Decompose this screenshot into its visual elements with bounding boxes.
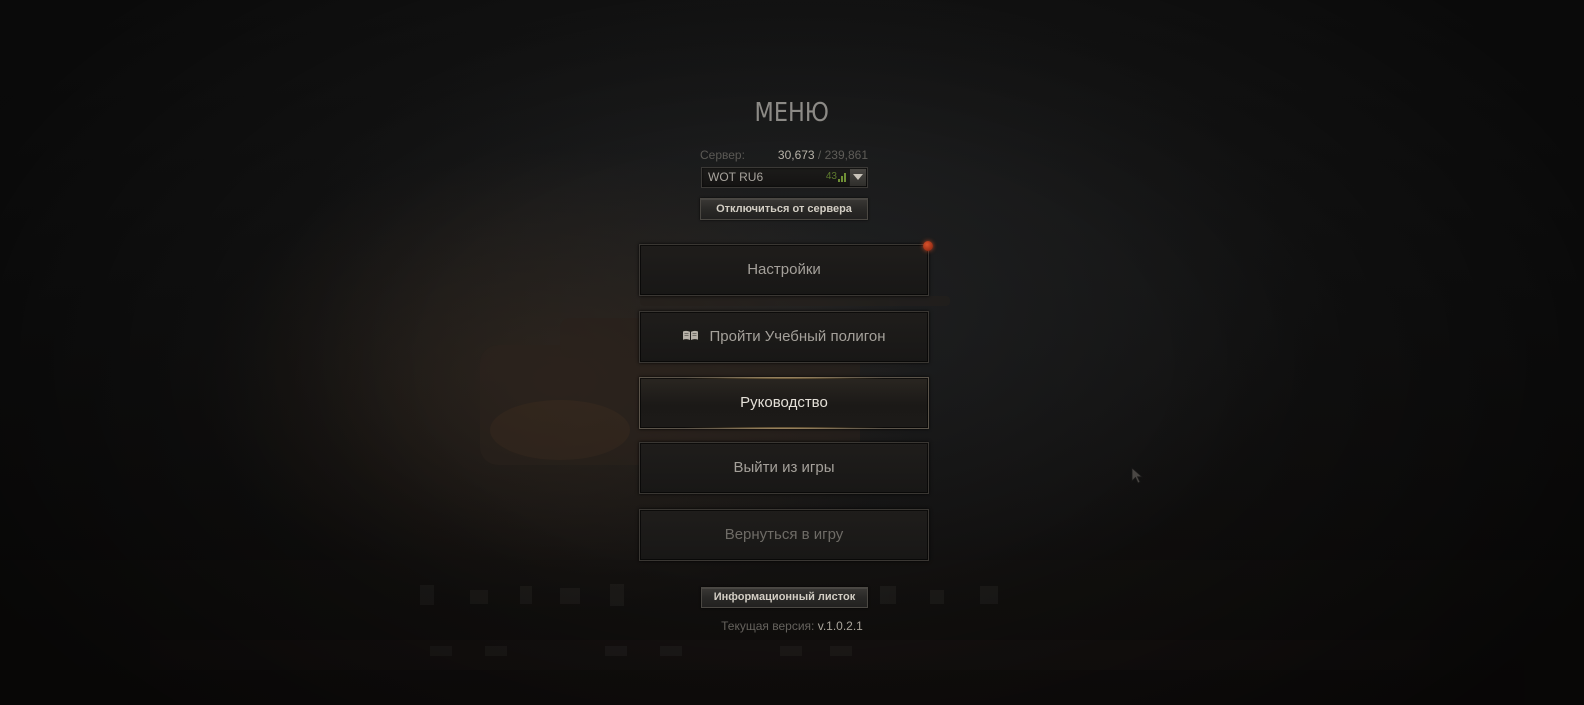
training-ground-button[interactable]: Пройти Учебный полигон [639, 311, 929, 363]
server-dropdown[interactable]: WOT RU6 43 [701, 167, 868, 188]
chevron-down-icon[interactable] [849, 169, 866, 186]
hover-glow-bottom [680, 427, 888, 429]
server-ping-value: 43 [825, 171, 837, 182]
mouse-cursor-icon [1131, 467, 1144, 484]
server-info: Сервер: 30,673 / 239,861 [700, 148, 868, 164]
game-menu-screen: МЕНЮ Сервер: 30,673 / 239,861 WOT RU6 43… [0, 0, 1584, 705]
version-value: v.1.0.2.1 [817, 619, 863, 633]
menu-title: МЕНЮ [754, 98, 829, 128]
info-sheet-button[interactable]: Информационный листок [701, 587, 868, 608]
server-label: Сервер: [700, 148, 745, 162]
server-total-count: 239,861 [824, 148, 868, 162]
return-to-game-button-label: Вернуться в игру [724, 526, 844, 543]
signal-bars-icon [838, 173, 846, 182]
settings-button-label: Настройки [747, 261, 821, 278]
hover-glow-top [680, 377, 888, 379]
notification-dot-icon [923, 241, 933, 251]
return-to-game-button[interactable]: Вернуться в игру [639, 509, 929, 561]
guide-button-label: Руководство [740, 394, 828, 411]
server-online-count: 30,673 [777, 148, 815, 162]
server-dropdown-value: WOT RU6 [708, 170, 764, 184]
server-population: 30,673 / 239,861 [778, 148, 868, 162]
training-ground-button-label: Пройти Учебный полигон [709, 328, 886, 345]
exit-game-button-label: Выйти из игры [733, 459, 835, 476]
version-info: Текущая версия: v.1.0.2.1 [0, 619, 1584, 633]
book-icon [683, 330, 699, 341]
exit-game-button[interactable]: Выйти из игры [639, 442, 929, 494]
version-label: Текущая версия: [721, 619, 818, 633]
server-count-separator: / [814, 148, 825, 162]
guide-button[interactable]: Руководство [639, 377, 929, 429]
settings-button[interactable]: Настройки [639, 244, 929, 296]
disconnect-server-button[interactable]: Отключиться от сервера [700, 198, 868, 220]
